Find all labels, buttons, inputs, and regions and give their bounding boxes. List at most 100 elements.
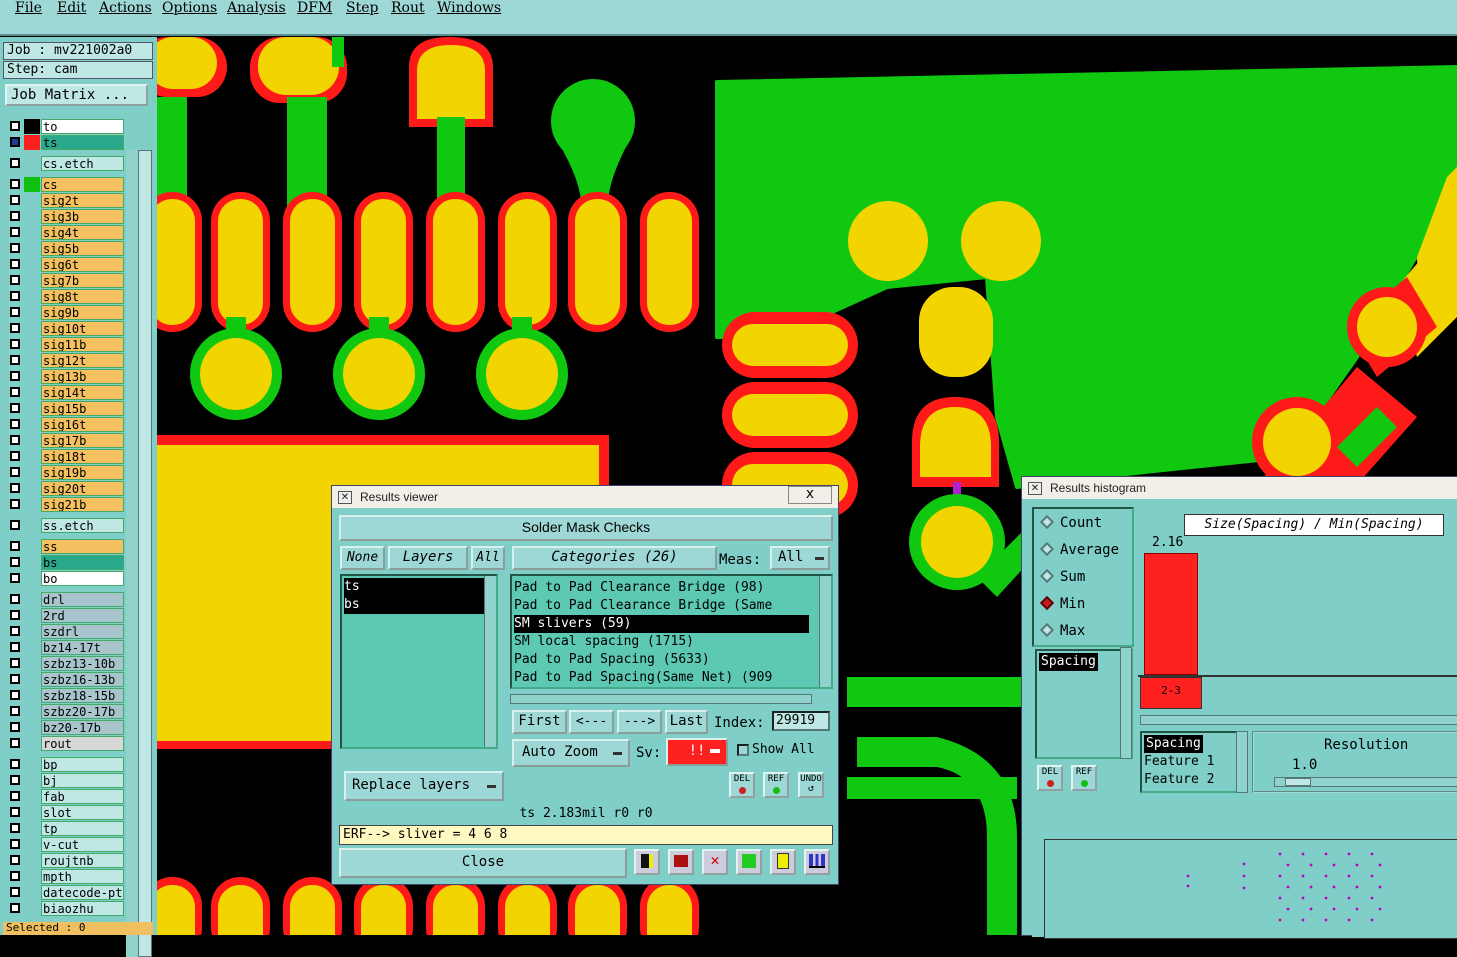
layer-row[interactable]: tp — [8, 821, 124, 836]
layer-checkbox[interactable] — [10, 807, 20, 817]
layer-row[interactable]: bj — [8, 773, 124, 788]
category-item[interactable]: Pad to Pad Spacing (5633) — [514, 651, 710, 669]
layer-row[interactable]: szbz18-15b — [8, 688, 124, 703]
layer-name[interactable]: szdrl — [41, 624, 124, 639]
layer-name[interactable]: sig7b — [41, 273, 124, 288]
layer-row[interactable]: biaozhu — [8, 901, 124, 916]
layer-row[interactable]: szbz13-10b — [8, 656, 124, 671]
layer-row[interactable]: datecode-ptc — [8, 885, 124, 900]
radio-count[interactable]: Count — [1039, 514, 1102, 531]
layer-checkbox[interactable] — [10, 387, 20, 397]
severity-dropdown[interactable]: !! — [666, 738, 728, 766]
close-button[interactable]: Close — [339, 848, 627, 878]
layer-row[interactable]: sig19b — [8, 465, 124, 480]
layer-row[interactable]: sig7b — [8, 273, 124, 288]
layer-checkbox[interactable] — [10, 706, 20, 716]
layer-row[interactable]: sig18t — [8, 449, 124, 464]
auto-zoom-dropdown[interactable]: Auto Zoom — [512, 739, 630, 767]
layer-name[interactable]: bz14-17t — [41, 640, 124, 655]
layer-row[interactable]: sig6t — [8, 257, 124, 272]
layer-checkbox[interactable] — [10, 759, 20, 769]
layer-row[interactable]: bz14-17t — [8, 640, 124, 655]
categories-list-scrollbar[interactable] — [819, 576, 831, 687]
replace-layers-dropdown[interactable]: Replace layers — [344, 771, 504, 801]
layer-name[interactable]: szbz20-17b — [41, 704, 124, 719]
close-window-button[interactable]: x — [788, 486, 832, 504]
tool-icon-2[interactable] — [668, 849, 694, 875]
layer-row[interactable]: cs.etch — [8, 156, 124, 171]
layer-name[interactable]: to — [41, 119, 124, 134]
layer-list-item[interactable]: ts — [344, 578, 484, 596]
layer-row[interactable]: slot — [8, 805, 124, 820]
layer-name[interactable]: tp — [41, 821, 124, 836]
layer-checkbox[interactable] — [10, 887, 20, 897]
category-item[interactable]: Pad to Pad Spacing(Same Net) (909 — [514, 669, 809, 687]
layer-row[interactable]: sig21b — [8, 497, 124, 512]
layer-list-scrollbar[interactable] — [138, 150, 152, 957]
all-button[interactable]: All — [471, 546, 505, 570]
layer-row[interactable]: mpth — [8, 869, 124, 884]
layer-checkbox[interactable] — [10, 355, 20, 365]
layer-name[interactable]: sig21b — [41, 497, 124, 512]
layer-row[interactable]: sig14t — [8, 385, 124, 400]
index-field[interactable]: 29919 — [772, 711, 830, 731]
layer-name[interactable]: ss.etch — [41, 518, 124, 533]
layer-name[interactable]: slot — [41, 805, 124, 820]
layer-checkbox[interactable] — [10, 179, 20, 189]
radio-min[interactable]: Min — [1039, 595, 1085, 612]
histogram-bar[interactable] — [1144, 553, 1198, 675]
meas-dropdown[interactable]: All — [770, 546, 830, 570]
histogram-titlebar[interactable]: ✕ Results histogram — [1022, 477, 1457, 499]
layer-checkbox[interactable] — [10, 855, 20, 865]
feature-list[interactable]: Spacing Feature 1 Feature 2 — [1140, 731, 1240, 793]
layer-checkbox[interactable] — [10, 419, 20, 429]
layers-list[interactable]: ts bs — [340, 574, 498, 749]
category-item[interactable]: Pad to Pad Clearance Bridge (Same — [514, 597, 809, 615]
delete-result-button[interactable]: DEL — [729, 772, 755, 798]
layer-row[interactable]: ss — [8, 539, 124, 554]
layer-row[interactable]: sig17b — [8, 433, 124, 448]
layer-row[interactable]: szdrl — [8, 624, 124, 639]
layer-row[interactable]: sig2t — [8, 193, 124, 208]
menu-step[interactable]: Step — [346, 0, 378, 16]
layer-row[interactable]: sig12t — [8, 353, 124, 368]
layer-row[interactable]: szbz20-17b — [8, 704, 124, 719]
layer-row[interactable]: szbz16-13b — [8, 672, 124, 687]
layer-name[interactable]: sig3b — [41, 209, 124, 224]
layer-name[interactable]: sig11b — [41, 337, 124, 352]
layer-color-swatch[interactable] — [24, 177, 40, 192]
layer-row[interactable]: ts — [8, 135, 124, 150]
feature-list-scrollbar[interactable] — [1236, 731, 1248, 793]
layer-checkbox[interactable] — [10, 626, 20, 636]
layer-row[interactable]: sig3b — [8, 209, 124, 224]
layer-name[interactable]: szbz16-13b — [41, 672, 124, 687]
layer-name[interactable]: v-cut — [41, 837, 124, 852]
layer-name[interactable]: bz20-17b — [41, 720, 124, 735]
menu-options[interactable]: Options — [162, 0, 217, 16]
layer-row[interactable]: ss.etch — [8, 518, 124, 533]
category-item[interactable]: Pad to Pad Clearance Bridge (98) — [514, 579, 764, 597]
layer-checkbox[interactable] — [10, 227, 20, 237]
tool-icon-1[interactable] — [634, 849, 660, 875]
layer-color-swatch[interactable] — [24, 119, 40, 134]
category-item-selected[interactable]: SM slivers (59) — [514, 615, 809, 633]
layer-name[interactable]: fab — [41, 789, 124, 804]
resolution-slider-handle[interactable] — [1285, 778, 1311, 786]
layer-checkbox[interactable] — [10, 573, 20, 583]
layer-checkbox[interactable] — [10, 403, 20, 413]
layer-name[interactable]: bo — [41, 571, 124, 586]
layer-checkbox[interactable] — [10, 871, 20, 881]
menu-analysis[interactable]: Analysis — [227, 0, 286, 16]
layer-checkbox[interactable] — [10, 690, 20, 700]
categories-button[interactable]: Categories (26) — [512, 546, 717, 570]
layer-checkbox[interactable] — [10, 839, 20, 849]
layer-row[interactable]: roujtnb — [8, 853, 124, 868]
radio-average[interactable]: Average — [1039, 541, 1119, 558]
layer-name[interactable]: szbz18-15b — [41, 688, 124, 703]
layer-name[interactable]: 2rd — [41, 608, 124, 623]
layer-name[interactable]: sig9b — [41, 305, 124, 320]
measure-list-item[interactable]: Spacing — [1039, 653, 1098, 671]
layer-row[interactable]: sig16t — [8, 417, 124, 432]
tool-icon-3[interactable]: ✕ — [702, 849, 728, 875]
layer-checkbox[interactable] — [10, 642, 20, 652]
